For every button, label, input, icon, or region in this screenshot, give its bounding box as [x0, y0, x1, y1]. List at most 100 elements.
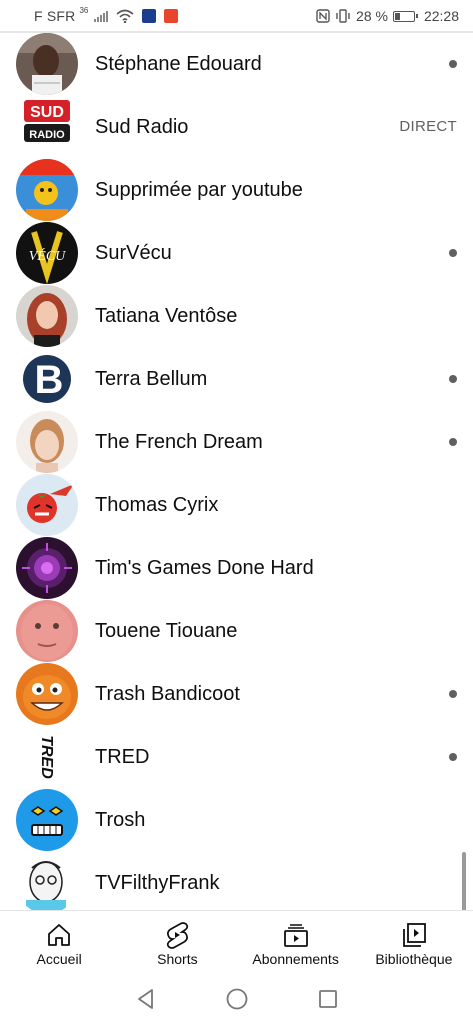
- channel-list[interactable]: Stéphane Edouard SUD RADIO Sud Radio DIR…: [0, 33, 473, 910]
- app-notification-icon: [142, 9, 157, 23]
- channel-avatar: B: [16, 348, 78, 410]
- new-content-dot: [449, 753, 457, 761]
- channel-avatar: [16, 411, 78, 473]
- channel-row[interactable]: Trosh: [0, 789, 473, 852]
- new-content-dot: [449, 60, 457, 68]
- status-right: 28 % 22:28: [316, 8, 459, 24]
- channel-avatar: SUD RADIO: [16, 96, 78, 158]
- carrier-name: F SFR: [34, 8, 76, 24]
- channel-name: Trosh: [95, 809, 146, 831]
- sketch-face-icon: [16, 852, 78, 910]
- battery-icon: [392, 10, 418, 22]
- channel-name: Sud Radio: [95, 116, 189, 138]
- nfc-icon: [316, 9, 330, 23]
- back-icon[interactable]: [134, 987, 158, 1011]
- battery-percent: 28 %: [356, 8, 388, 24]
- purple-emblem-logo: [16, 537, 78, 599]
- sud-radio-logo: SUD RADIO: [16, 96, 78, 158]
- network-type: 36: [79, 6, 89, 15]
- wifi-icon: [116, 9, 134, 23]
- channel-avatar: [16, 789, 78, 851]
- nav-label: Bibliothèque: [375, 951, 453, 967]
- channel-name: TVFilthyFrank: [95, 872, 220, 894]
- new-content-dot: [449, 249, 457, 257]
- channel-avatar: VÉCU: [16, 222, 78, 284]
- nav-home[interactable]: Accueil: [0, 911, 118, 974]
- library-icon: [402, 923, 426, 947]
- blue-cartoon-face-icon: [16, 789, 78, 851]
- channel-row[interactable]: Tatiana Ventôse: [0, 285, 473, 348]
- channel-row[interactable]: Stéphane Edouard: [0, 33, 473, 96]
- channel-name: Tatiana Ventôse: [95, 305, 238, 327]
- channel-row[interactable]: TRED TRED: [0, 726, 473, 789]
- bandicoot-cartoon-icon: [16, 663, 78, 725]
- channel-row[interactable]: SUD RADIO Sud Radio DIRECT: [0, 96, 473, 159]
- face-closeup-icon: [16, 600, 78, 662]
- channel-avatar: [16, 159, 78, 221]
- channel-name: Trash Bandicoot: [95, 683, 240, 705]
- nav-library[interactable]: Bibliothèque: [355, 911, 473, 974]
- channel-avatar: [16, 474, 78, 536]
- recents-icon[interactable]: [316, 987, 340, 1011]
- cartoon-channel-icon: [16, 159, 78, 221]
- channel-name: Touene Tiouane: [95, 620, 238, 642]
- channel-name: Terra Bellum: [95, 368, 208, 390]
- home-icon: [48, 924, 71, 946]
- nav-label: Shorts: [157, 951, 198, 967]
- svg-text:B: B: [35, 358, 64, 402]
- channel-avatar: [16, 852, 78, 910]
- system-nav: [0, 974, 473, 1024]
- channel-avatar: [16, 600, 78, 662]
- channel-row[interactable]: Thomas Cyrix: [0, 474, 473, 537]
- scrollbar[interactable]: [462, 852, 466, 910]
- channel-name: Supprimée par youtube: [95, 179, 303, 201]
- live-badge: DIRECT: [399, 118, 457, 135]
- channel-row[interactable]: Trash Bandicoot: [0, 663, 473, 726]
- channel-name: Thomas Cyrix: [95, 494, 219, 516]
- survecu-logo: VÉCU: [16, 222, 78, 284]
- svg-text:TRED: TRED: [38, 735, 55, 779]
- channel-row[interactable]: B Terra Bellum: [0, 348, 473, 411]
- channel-name: Tim's Games Done Hard: [95, 557, 314, 579]
- status-left: F SFR 36: [34, 6, 179, 24]
- shorts-icon: [167, 922, 189, 949]
- channel-row[interactable]: VÉCU SurVécu: [0, 222, 473, 285]
- signal-icon: [94, 10, 109, 22]
- bottom-nav: Accueil Shorts Abonnements Bibliothèque: [0, 910, 473, 974]
- channel-row[interactable]: Supprimée par youtube: [0, 159, 473, 222]
- mail-notification-icon: [164, 9, 179, 23]
- channel-avatar: [16, 33, 78, 95]
- channel-name: TRED: [95, 746, 150, 768]
- tred-logo: TRED: [16, 726, 78, 788]
- nav-label: Abonnements: [252, 951, 339, 967]
- channel-avatar: [16, 663, 78, 725]
- svg-text:SUD: SUD: [30, 104, 64, 121]
- vibrate-icon: [336, 9, 350, 23]
- nav-shorts[interactable]: Shorts: [118, 911, 236, 974]
- channel-row[interactable]: TVFilthyFrank: [0, 852, 473, 910]
- portrait-woman-icon: [16, 411, 78, 473]
- portrait-man-icon: [16, 33, 78, 95]
- new-content-dot: [449, 438, 457, 446]
- channel-row[interactable]: Touene Tiouane: [0, 600, 473, 663]
- terra-bellum-logo: B: [16, 348, 78, 410]
- portrait-woman-icon: [16, 285, 78, 347]
- clock: 22:28: [423, 8, 459, 24]
- home-circle-icon[interactable]: [225, 987, 249, 1011]
- nav-subscriptions[interactable]: Abonnements: [237, 911, 355, 974]
- channel-avatar: TRED: [16, 726, 78, 788]
- channel-avatar: [16, 285, 78, 347]
- svg-text:RADIO: RADIO: [29, 129, 65, 141]
- channel-name: The French Dream: [95, 431, 263, 453]
- nav-label: Accueil: [36, 951, 82, 967]
- new-content-dot: [449, 690, 457, 698]
- tomato-logo: [16, 474, 78, 536]
- channel-name: SurVécu: [95, 242, 172, 264]
- subscriptions-icon: [283, 924, 308, 947]
- channel-avatar: [16, 537, 78, 599]
- channel-name: Stéphane Edouard: [95, 53, 262, 75]
- channel-row[interactable]: Tim's Games Done Hard: [0, 537, 473, 600]
- channel-row[interactable]: The French Dream: [0, 411, 473, 474]
- status-bar: F SFR 36 28 % 22:28: [0, 0, 473, 32]
- new-content-dot: [449, 375, 457, 383]
